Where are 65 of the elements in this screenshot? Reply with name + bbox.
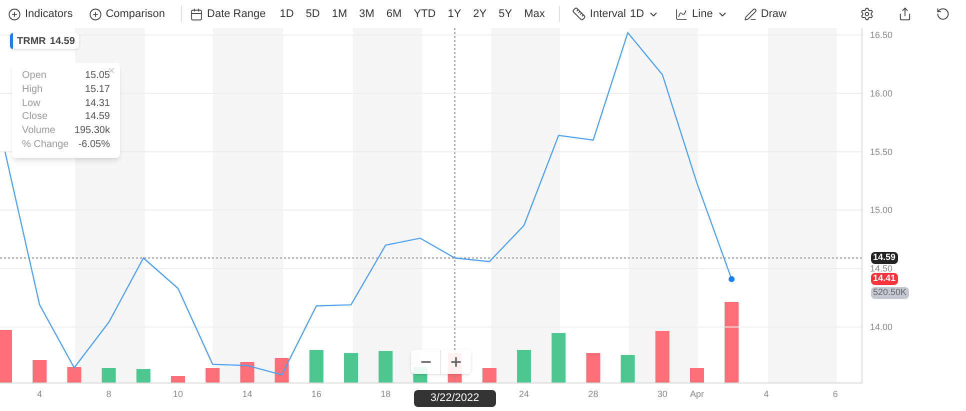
y-axis-label: 16.50 xyxy=(870,30,893,40)
tooltip-value: 15.17 xyxy=(84,82,110,97)
crosshair-date-label: 3/22/2022 xyxy=(414,390,496,407)
tooltip-label: Close xyxy=(22,110,48,124)
tooltip-value: -6.05% xyxy=(78,138,110,152)
last-price-dot xyxy=(728,276,735,282)
plus-icon xyxy=(449,355,463,369)
x-axis-label: Apr xyxy=(690,389,704,399)
chart-type-dropdown[interactable]: Line xyxy=(671,6,732,22)
last-price-label: 14.41 xyxy=(871,273,898,286)
tooltip-label: Volume xyxy=(22,124,56,138)
range-button[interactable]: 1Y xyxy=(442,6,468,22)
ticker-price: 14.59 xyxy=(50,34,75,48)
range-button[interactable]: Max xyxy=(518,6,551,22)
y-axis-label: 15.00 xyxy=(870,205,893,216)
tooltip-label: High xyxy=(22,82,43,97)
tooltip-label: % Change xyxy=(22,138,69,152)
interval-value: 1D xyxy=(630,6,644,22)
calendar-icon xyxy=(190,8,204,20)
tooltip-value: 14.59 xyxy=(84,110,110,124)
line-chart-icon xyxy=(675,8,688,20)
volume-label: 520.50K xyxy=(871,287,909,300)
range-button[interactable]: 6M xyxy=(380,6,408,22)
plus-circle-icon xyxy=(88,8,102,20)
x-axis-label: 6 xyxy=(832,389,838,399)
tooltip-value: 14.31 xyxy=(84,96,110,110)
tooltip-value: 15.05 xyxy=(84,69,110,83)
tooltip-label: Open xyxy=(22,69,46,83)
add-button[interactable]: Indicators xyxy=(4,6,77,22)
x-axis-label: 28 xyxy=(588,389,598,399)
x-axis-label: 8 xyxy=(106,389,112,399)
y-axis-label: 14.50 xyxy=(870,264,893,274)
share-icon xyxy=(898,7,912,21)
interval-label: Interval xyxy=(590,6,626,22)
range-button[interactable]: 5Y xyxy=(492,6,518,22)
x-axis-label: 16 xyxy=(311,389,322,399)
range-button[interactable]: 2Y xyxy=(467,6,493,22)
interval-dropdown[interactable]: Interval 1D xyxy=(568,6,664,22)
x-axis-label: 24 xyxy=(519,389,529,399)
settings-icon xyxy=(860,7,874,21)
x-axis-label: 10 xyxy=(173,389,183,399)
reset-icon xyxy=(936,7,950,21)
y-axis-label: 14.00 xyxy=(870,322,893,332)
draw-button[interactable]: Draw xyxy=(740,6,790,22)
y-axis-label: 16.00 xyxy=(870,88,893,98)
x-axis-label: 30 xyxy=(657,389,668,399)
x-axis-label: 4 xyxy=(764,389,769,399)
crosshair-price-label: 14.59 xyxy=(871,252,898,264)
range-button[interactable]: 3M xyxy=(353,6,380,22)
add-button[interactable]: Comparison xyxy=(84,6,170,22)
pen-icon xyxy=(744,8,757,20)
y-axis-label: 15.50 xyxy=(870,146,893,157)
x-axis-label: 14 xyxy=(242,389,252,399)
date-range-button[interactable]: Date Range xyxy=(186,6,270,22)
range-button[interactable]: 5D xyxy=(300,6,326,22)
range-button[interactable]: 1D xyxy=(274,6,300,22)
ticker-symbol: TRMR xyxy=(17,34,46,48)
tooltip-value: 195.30k xyxy=(74,124,110,138)
x-axis-label: 18 xyxy=(380,389,391,399)
tooltip-label: Low xyxy=(22,96,40,110)
ruler-icon xyxy=(572,7,586,21)
plus-circle-icon xyxy=(8,8,21,20)
range-button[interactable]: YTD xyxy=(408,6,442,22)
x-axis-label: 4 xyxy=(37,389,42,399)
range-button[interactable]: 1M xyxy=(326,6,354,22)
